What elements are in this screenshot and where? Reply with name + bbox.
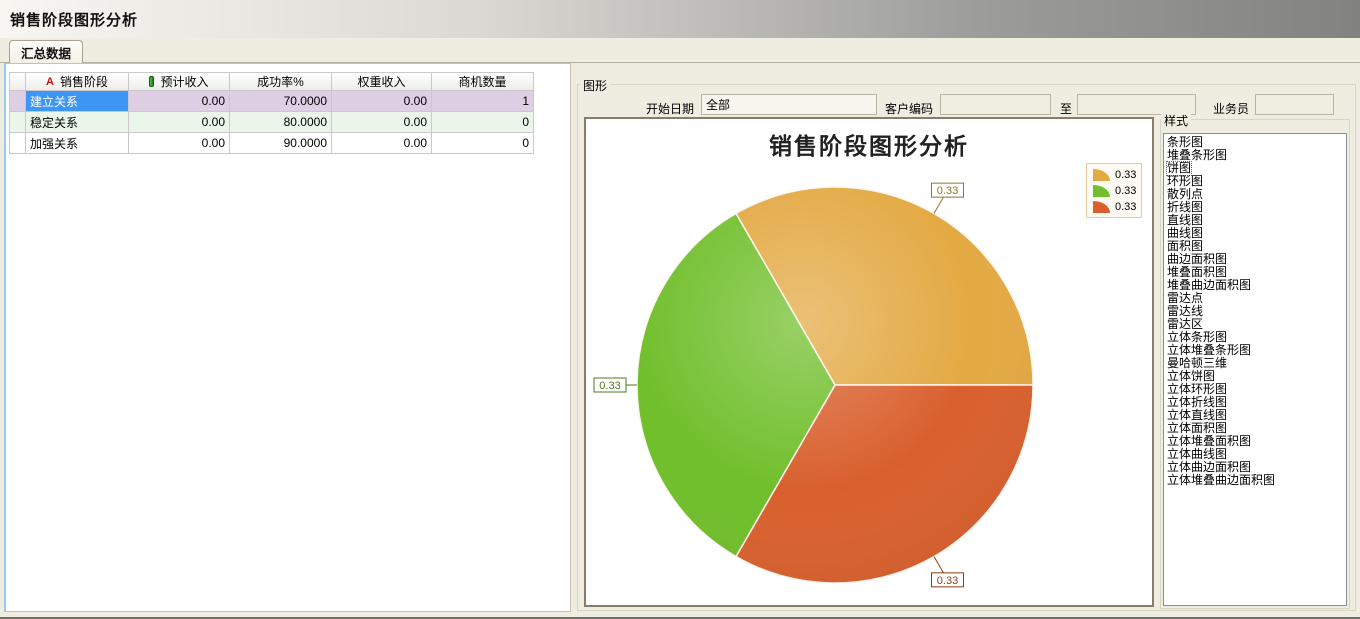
slice-callout-value: 0.33 [937,185,958,197]
style-list-item[interactable]: 立体堆叠曲边面积图 [1165,474,1345,487]
graph-panel: 图形 开始日期 客户编码 至 业务员 0.33 0.33 0.33 销售阶段图形分析… [577,63,1357,612]
chart-area: 0.33 0.33 0.33 销售阶段图形分析 0.33 0.33 0.33 [584,117,1154,607]
cell-success[interactable]: 90.0000 [230,133,332,154]
slice-callout-value: 0.33 [599,380,620,392]
legend-swatch-icon [1093,185,1110,197]
cell-stage[interactable]: 加强关系 [26,133,129,154]
cell-expected[interactable]: 0.00 [129,133,230,154]
cell-stage[interactable]: 稳定关系 [26,112,129,133]
legend-label: 0.33 [1115,169,1136,181]
cell-stage[interactable]: 建立关系 [26,91,129,112]
pie-chart-svg: 0.33 0.33 0.33 [586,119,1152,605]
cell-weighted[interactable]: 0.00 [332,112,432,133]
slice-callout-value: 0.33 [937,575,958,587]
table-row[interactable]: 建立关系0.0070.00000.001 [10,91,534,112]
legend-row: 0.33 [1093,169,1136,181]
salesman-label: 业务员 [1213,98,1249,119]
start-date-label: 开始日期 [646,98,694,119]
cell-success[interactable]: 80.0000 [230,112,332,133]
table-header-row: A 销售阶段 预计收入 成功率% 权重收入 商机数量 [10,73,534,91]
graph-group-label: 图形 [580,77,610,94]
column-header-label: 预计收入 [160,73,208,90]
table-row[interactable]: 稳定关系0.0080.00000.000 [10,112,534,133]
customer-code-label: 客户编码 [885,98,933,119]
column-header-label: 商机数量 [458,73,506,90]
cell-expected[interactable]: 0.00 [129,112,230,133]
row-indicator-cell[interactable] [10,91,26,112]
summary-grid-panel: A销售阶段预计收入成功率%权重收入商机数量建立关系0.0070.00000.00… [4,63,571,612]
title-bar: 销售阶段图形分析 [0,0,1360,38]
legend-label: 0.33 [1115,201,1136,213]
sales-stage-analysis-window: 销售阶段图形分析 汇总数据 A销售阶段预计收入成功率%权重收入商机数量建立关系0… [0,0,1360,619]
chart-title: 销售阶段图形分析 [586,127,1152,161]
legend-row: 0.33 [1093,201,1136,213]
tab-bar: 汇总数据 [0,38,1360,63]
salesman-input[interactable] [1255,94,1334,115]
cell-success[interactable]: 70.0000 [230,91,332,112]
summary-table: A销售阶段预计收入成功率%权重收入商机数量建立关系0.0070.00000.00… [9,72,534,154]
column-header-label: 权重收入 [357,73,405,90]
chart-legend: 0.33 0.33 0.33 [1086,163,1142,218]
legend-row: 0.33 [1093,185,1136,197]
style-list-item[interactable]: 堆叠条形图 [1165,149,1345,162]
green-pill-icon [149,76,154,87]
row-indicator-header [10,73,26,91]
cell-weighted[interactable]: 0.00 [332,133,432,154]
legend-swatch-icon [1093,201,1110,213]
to-label: 至 [1060,98,1072,119]
cell-expected[interactable]: 0.00 [129,91,230,112]
legend-swatch-icon [1093,169,1110,181]
column-header-label: 销售阶段 [60,73,108,90]
cell-count[interactable]: 1 [432,91,534,112]
column-header-expected[interactable]: 预计收入 [129,73,230,91]
tab-label: 汇总数据 [21,43,71,62]
pie-shade-overlay [637,187,1033,583]
start-date-input[interactable] [701,94,877,115]
column-header-weighted[interactable]: 权重收入 [332,73,432,91]
column-header-count[interactable]: 商机数量 [432,73,534,91]
style-list: 条形图堆叠条形图饼图环形图散列点折线图直线图曲线图面积图曲边面积图堆叠面积图堆叠… [1163,133,1347,606]
tab-summary-data[interactable]: 汇总数据 [9,40,83,63]
table-row[interactable]: 加强关系0.0090.00000.000 [10,133,534,154]
column-header-stage[interactable]: A 销售阶段 [26,73,129,91]
cell-weighted[interactable]: 0.00 [332,91,432,112]
window-title: 销售阶段图形分析 [0,9,138,30]
cell-count[interactable]: 0 [432,133,534,154]
style-group-label: 样式 [1161,112,1191,129]
column-header-success[interactable]: 成功率% [230,73,332,91]
row-indicator-cell[interactable] [10,112,26,133]
row-indicator-cell[interactable] [10,133,26,154]
sort-a-icon: A [46,76,54,88]
legend-label: 0.33 [1115,185,1136,197]
customer-code-input[interactable] [940,94,1051,115]
cell-count[interactable]: 0 [432,112,534,133]
column-header-label: 成功率% [257,73,304,90]
